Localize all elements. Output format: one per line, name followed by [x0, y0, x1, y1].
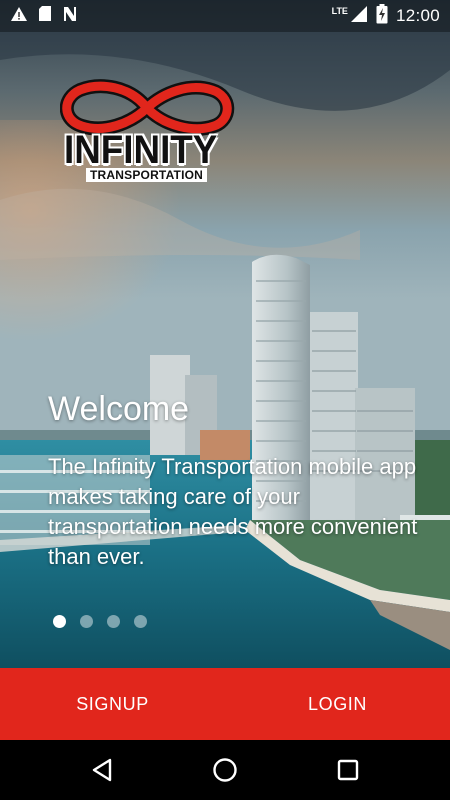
- infinity-transportation-logo: INFINITY TRANSPORTATION: [60, 78, 235, 188]
- page-dot-1[interactable]: [53, 615, 66, 628]
- recents-button[interactable]: [328, 750, 368, 790]
- status-bar: LTE 12:00: [0, 0, 450, 32]
- page-dot-2[interactable]: [80, 615, 93, 628]
- onboarding-title: Welcome: [48, 390, 190, 428]
- warning-icon: [10, 6, 28, 27]
- system-nav-bar: [0, 740, 450, 800]
- page-dot-3[interactable]: [107, 615, 120, 628]
- battery-charging-icon: [376, 3, 388, 29]
- status-time: 12:00: [395, 6, 440, 25]
- sd-card-icon: [38, 5, 52, 27]
- signup-button[interactable]: SIGNUP: [0, 668, 225, 740]
- login-button[interactable]: LOGIN: [225, 668, 450, 740]
- onboarding-body: The Infinity Transportation mobile app m…: [48, 454, 418, 569]
- n-icon: [62, 6, 78, 27]
- page-indicator: [53, 615, 147, 628]
- recents-icon: [338, 759, 359, 781]
- signal-icon: [350, 5, 368, 28]
- network-type: LTE: [331, 6, 348, 16]
- page-dot-4[interactable]: [134, 615, 147, 628]
- logo-subtitle: TRANSPORTATION: [86, 168, 208, 182]
- action-bar: SIGNUP LOGIN: [0, 668, 450, 740]
- logo-wordmark: INFINITY: [64, 128, 218, 172]
- back-icon: [92, 758, 111, 782]
- home-icon: [213, 758, 237, 782]
- back-button[interactable]: [82, 750, 122, 790]
- home-button[interactable]: [205, 750, 245, 790]
